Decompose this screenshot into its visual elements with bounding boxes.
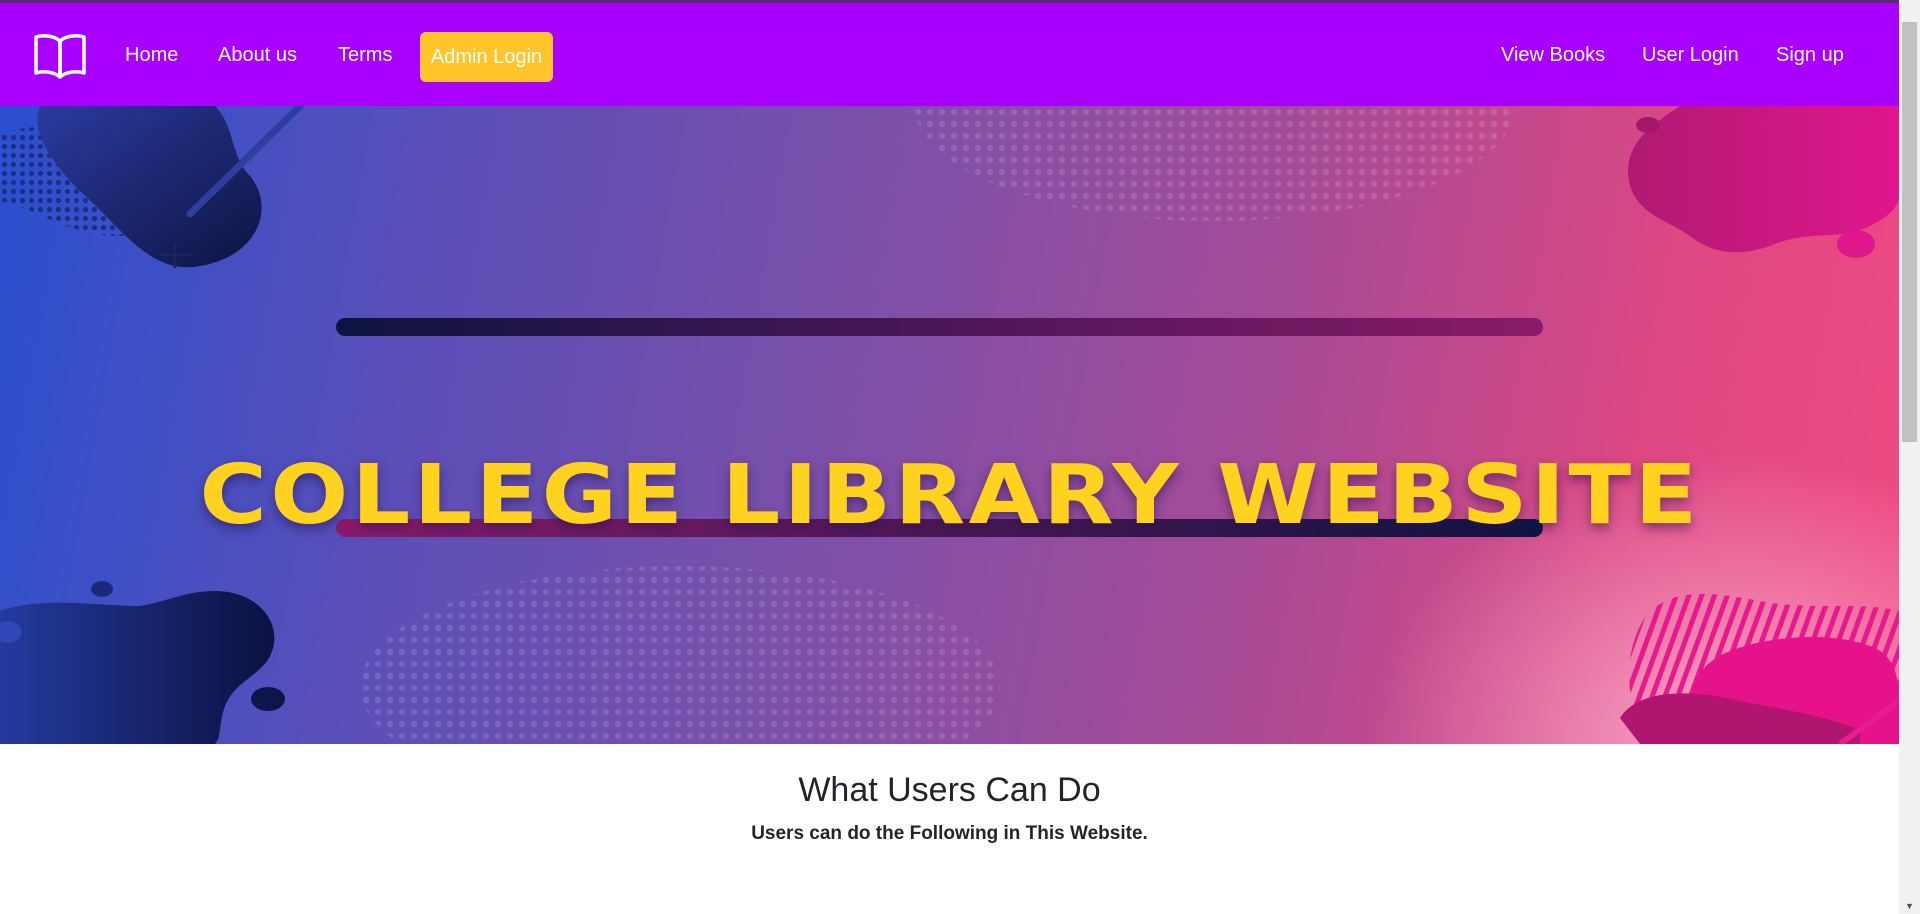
scrollbar-thumb[interactable] xyxy=(1902,22,1917,442)
nav-link-terms[interactable]: Terms xyxy=(338,43,392,67)
open-book-icon[interactable] xyxy=(33,31,87,79)
nav-link-sign-up[interactable]: Sign up xyxy=(1776,43,1844,67)
hero-banner: COLLEGE LIBRARY WEBSITE xyxy=(0,106,1899,744)
section-title: What Users Can Do xyxy=(798,771,1101,809)
page: Home About us Terms Admin Login View Boo… xyxy=(0,0,1899,914)
nav-link-user-login[interactable]: User Login xyxy=(1642,43,1739,67)
hero-decoration xyxy=(0,106,1899,744)
nav-link-about-us[interactable]: About us xyxy=(218,43,297,67)
nav-link-home[interactable]: Home xyxy=(125,43,178,67)
navbar: Home About us Terms Admin Login View Boo… xyxy=(0,0,1899,106)
section-subtitle: Users can do the Following in This Websi… xyxy=(751,823,1148,844)
vertical-scrollbar[interactable]: ▲ ▼ xyxy=(1899,0,1920,914)
nav-link-view-books[interactable]: View Books xyxy=(1501,43,1605,67)
scroll-down-arrow-icon[interactable]: ▼ xyxy=(1899,897,1920,914)
admin-login-button[interactable]: Admin Login xyxy=(420,32,553,82)
hero-title: COLLEGE LIBRARY WEBSITE xyxy=(199,448,1701,543)
